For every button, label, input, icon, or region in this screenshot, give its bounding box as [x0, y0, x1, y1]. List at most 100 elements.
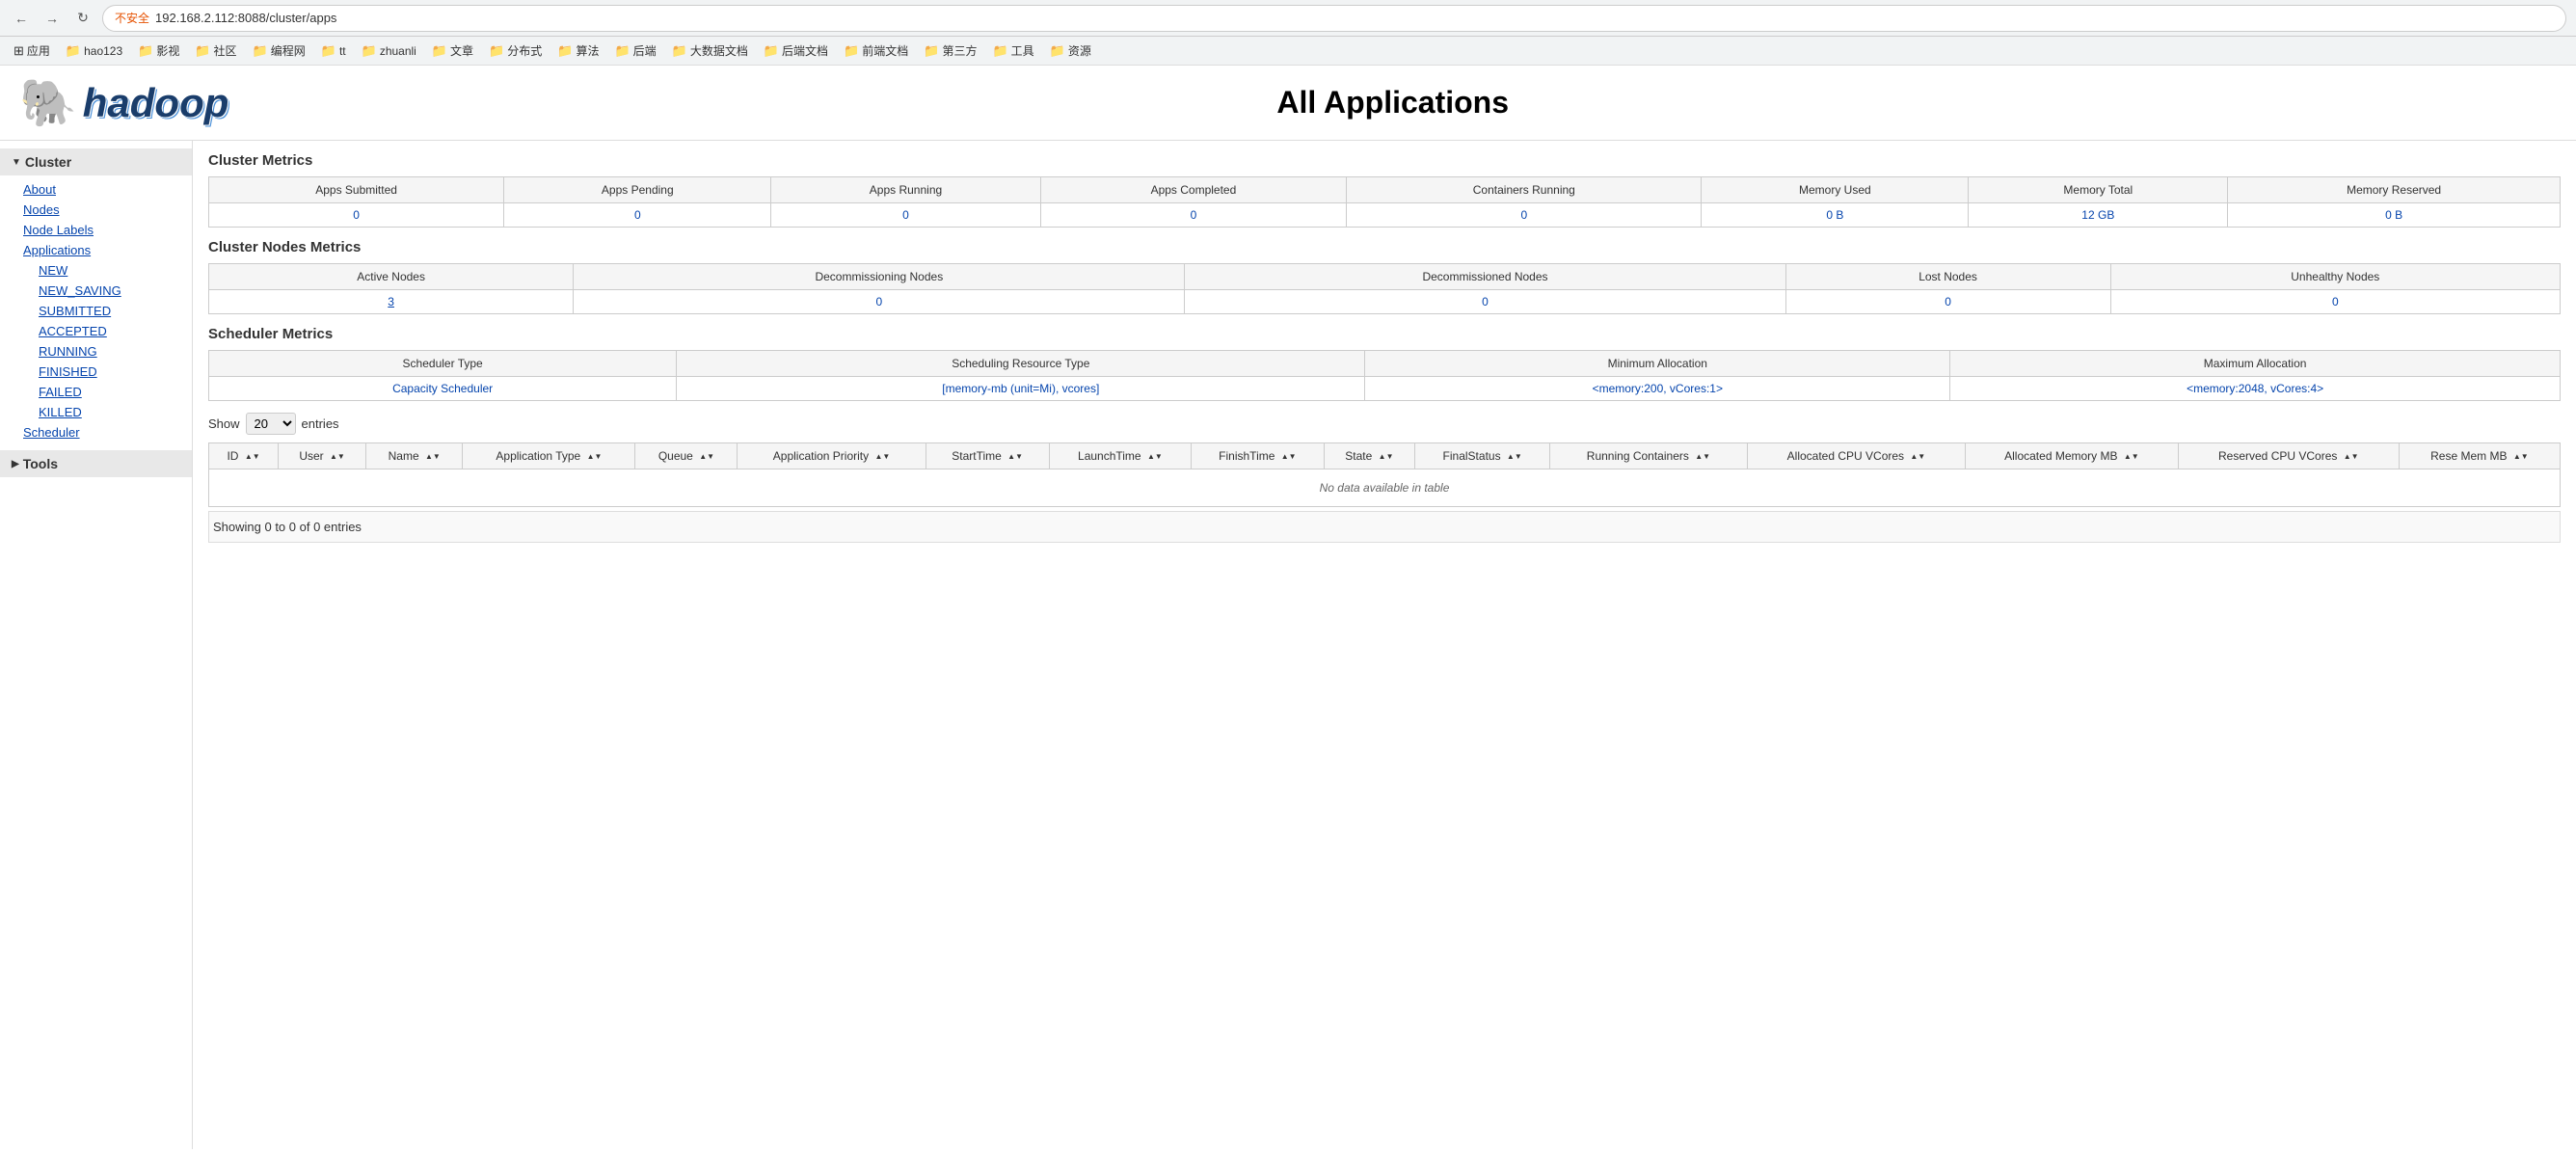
- col-lost-nodes: Lost Nodes: [1785, 264, 2110, 290]
- security-warning: 不安全: [115, 10, 149, 26]
- sort-finish-time[interactable]: ▲▼: [1281, 453, 1297, 461]
- sidebar-item-applications[interactable]: Applications: [0, 240, 192, 260]
- col-allocated-cpu-vcores[interactable]: Allocated CPU VCores ▲▼: [1747, 443, 1965, 469]
- address-bar[interactable]: 不安全 192.168.2.112:8088/cluster/apps: [102, 5, 2566, 32]
- val-apps-completed: 0: [1040, 203, 1347, 228]
- sidebar-cluster-header[interactable]: ▼ Cluster: [0, 148, 192, 175]
- col-apps-submitted: Apps Submitted: [209, 177, 504, 203]
- bookmark-backend-docs[interactable]: 📁 后端文档: [758, 40, 834, 61]
- sort-final-status[interactable]: ▲▼: [1507, 453, 1522, 461]
- bookmark-distributed[interactable]: 📁 分布式: [483, 40, 548, 61]
- bookmark-resources[interactable]: 📁 资源: [1044, 40, 1097, 61]
- sidebar-item-finished[interactable]: FINISHED: [0, 362, 192, 382]
- refresh-button[interactable]: ↻: [71, 7, 94, 30]
- sidebar-item-new-saving[interactable]: NEW_SAVING: [0, 281, 192, 301]
- col-reserved-cpu-vcores[interactable]: Reserved CPU VCores ▲▼: [2178, 443, 2399, 469]
- sidebar-item-nodes[interactable]: Nodes: [0, 200, 192, 220]
- bookmark-article-label: 文章: [450, 42, 473, 59]
- back-button[interactable]: ←: [10, 7, 33, 30]
- elephant-icon: 🐘: [19, 75, 77, 130]
- col-user[interactable]: User ▲▼: [279, 443, 366, 469]
- sort-alloc-cpu[interactable]: ▲▼: [1910, 453, 1925, 461]
- sidebar-item-about[interactable]: About: [0, 179, 192, 200]
- bookmark-video[interactable]: 📁 影视: [132, 40, 185, 61]
- sidebar-item-submitted[interactable]: SUBMITTED: [0, 301, 192, 321]
- sidebar-cluster-section: ▼ Cluster About Nodes Node Labels Applic…: [0, 148, 192, 446]
- cluster-metrics-title: Cluster Metrics: [208, 152, 2561, 169]
- folder-icon-14: 📁: [924, 43, 939, 59]
- cluster-arrow: ▼: [12, 157, 21, 168]
- sidebar-item-running[interactable]: RUNNING: [0, 341, 192, 362]
- sort-app-priority[interactable]: ▲▼: [874, 453, 890, 461]
- sidebar-item-killed[interactable]: KILLED: [0, 402, 192, 422]
- val-memory-used: 0 B: [1702, 203, 1969, 228]
- sort-app-type[interactable]: ▲▼: [587, 453, 603, 461]
- bookmark-tools[interactable]: 📁 工具: [986, 40, 1039, 61]
- sort-id[interactable]: ▲▼: [245, 453, 260, 461]
- sort-reserved-cpu[interactable]: ▲▼: [2344, 453, 2359, 461]
- sort-alloc-mem[interactable]: ▲▼: [2124, 453, 2139, 461]
- forward-button[interactable]: →: [40, 7, 64, 30]
- col-queue[interactable]: Queue ▲▼: [635, 443, 738, 469]
- bookmarks-bar: ⊞ 应用 📁 hao123 📁 影视 📁 社区 📁 编程网 📁 tt 📁 zhu…: [0, 37, 2576, 66]
- bookmark-apps-label: 应用: [27, 42, 50, 59]
- bookmark-article[interactable]: 📁 文章: [426, 40, 479, 61]
- sidebar-tools-header[interactable]: ▶ Tools: [0, 450, 192, 477]
- content-area: Cluster Metrics Apps Submitted Apps Pend…: [193, 141, 2576, 1149]
- entries-select[interactable]: 10 20 25 50 100: [246, 413, 296, 435]
- sidebar-item-failed[interactable]: FAILED: [0, 382, 192, 402]
- col-id[interactable]: ID ▲▼: [209, 443, 279, 469]
- val-active-nodes[interactable]: 3: [209, 290, 574, 314]
- bookmark-frontend-docs-label: 前端文档: [862, 42, 908, 59]
- bookmark-bigdata[interactable]: 📁 大数据文档: [666, 40, 754, 61]
- bookmark-coding[interactable]: 📁 编程网: [247, 40, 311, 61]
- sidebar-item-accepted[interactable]: ACCEPTED: [0, 321, 192, 341]
- col-launch-time[interactable]: LaunchTime ▲▼: [1049, 443, 1192, 469]
- bookmark-thirdparty[interactable]: 📁 第三方: [918, 40, 982, 61]
- sidebar-item-new[interactable]: NEW: [0, 260, 192, 281]
- col-decommissioning-nodes: Decommissioning Nodes: [574, 264, 1185, 290]
- sort-user[interactable]: ▲▼: [330, 453, 345, 461]
- col-start-time[interactable]: StartTime ▲▼: [926, 443, 1049, 469]
- bookmark-community[interactable]: 📁 社区: [189, 40, 242, 61]
- col-reserved-mem-mb[interactable]: Rese Mem MB ▲▼: [2399, 443, 2560, 469]
- sort-state[interactable]: ▲▼: [1379, 453, 1394, 461]
- bookmark-resources-label: 资源: [1068, 42, 1091, 59]
- bookmark-zhuanli-label: zhuanli: [380, 44, 416, 58]
- bookmark-frontend-docs[interactable]: 📁 前端文档: [838, 40, 914, 61]
- bookmark-video-label: 影视: [156, 42, 179, 59]
- sidebar-item-scheduler[interactable]: Scheduler: [0, 422, 192, 442]
- col-allocated-memory-mb[interactable]: Allocated Memory MB ▲▼: [1966, 443, 2179, 469]
- bookmark-apps[interactable]: ⊞ 应用: [8, 40, 56, 61]
- col-maximum-allocation: Maximum Allocation: [1950, 351, 2561, 377]
- sort-reserved-mem[interactable]: ▲▼: [2513, 453, 2529, 461]
- browser-bar: ← → ↻ 不安全 192.168.2.112:8088/cluster/app…: [0, 0, 2576, 37]
- sidebar-item-node-labels[interactable]: Node Labels: [0, 220, 192, 240]
- sort-start-time[interactable]: ▲▼: [1007, 453, 1023, 461]
- active-nodes-link[interactable]: 3: [388, 295, 394, 308]
- folder-icon-13: 📁: [844, 43, 859, 59]
- col-final-status[interactable]: FinalStatus ▲▼: [1415, 443, 1550, 469]
- cluster-metrics-table: Apps Submitted Apps Pending Apps Running…: [208, 176, 2561, 228]
- bookmark-thirdparty-label: 第三方: [942, 42, 977, 59]
- col-state[interactable]: State ▲▼: [1324, 443, 1415, 469]
- sort-launch-time[interactable]: ▲▼: [1147, 453, 1163, 461]
- sort-name[interactable]: ▲▼: [425, 453, 441, 461]
- bookmark-zhuanli[interactable]: 📁 zhuanli: [356, 41, 422, 61]
- col-name[interactable]: Name ▲▼: [366, 443, 463, 469]
- bookmark-hao123-label: hao123: [84, 44, 122, 58]
- tools-label: Tools: [23, 456, 58, 471]
- col-finish-time[interactable]: FinishTime ▲▼: [1192, 443, 1324, 469]
- bookmark-backend[interactable]: 📁 后端: [608, 40, 661, 61]
- sort-queue[interactable]: ▲▼: [699, 453, 714, 461]
- col-application-type[interactable]: Application Type ▲▼: [463, 443, 635, 469]
- col-running-containers[interactable]: Running Containers ▲▼: [1550, 443, 1748, 469]
- sort-running-containers[interactable]: ▲▼: [1695, 453, 1710, 461]
- col-application-priority[interactable]: Application Priority ▲▼: [738, 443, 926, 469]
- bookmark-tt[interactable]: 📁 tt: [315, 41, 352, 61]
- col-scheduling-resource-type: Scheduling Resource Type: [677, 351, 1365, 377]
- bookmark-backend-docs-label: 后端文档: [782, 42, 828, 59]
- bookmark-algorithm[interactable]: 📁 算法: [551, 40, 604, 61]
- bookmark-hao123[interactable]: 📁 hao123: [60, 41, 128, 61]
- folder-icon-10: 📁: [614, 43, 630, 59]
